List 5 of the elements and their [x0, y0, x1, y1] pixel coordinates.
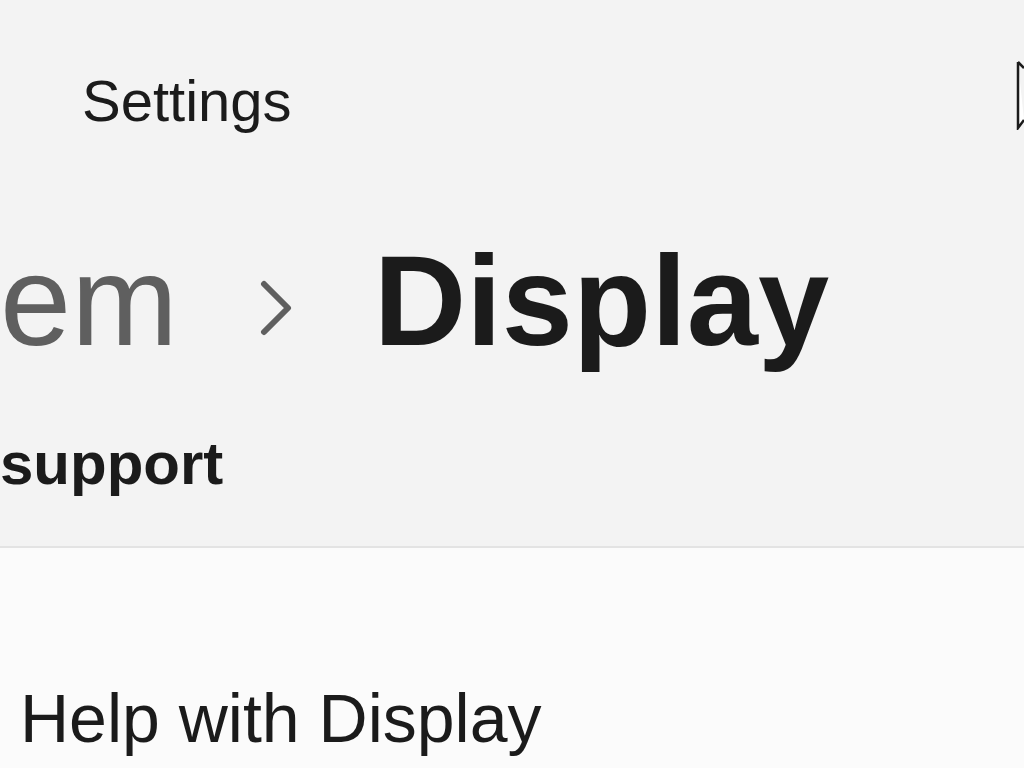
breadcrumb-item: Display	[373, 228, 830, 374]
help-item[interactable]: Help with Display	[20, 680, 542, 756]
section-heading: support	[0, 429, 224, 497]
window-title: Settings	[82, 68, 292, 133]
breadcrumb-item[interactable]: em	[0, 224, 178, 378]
